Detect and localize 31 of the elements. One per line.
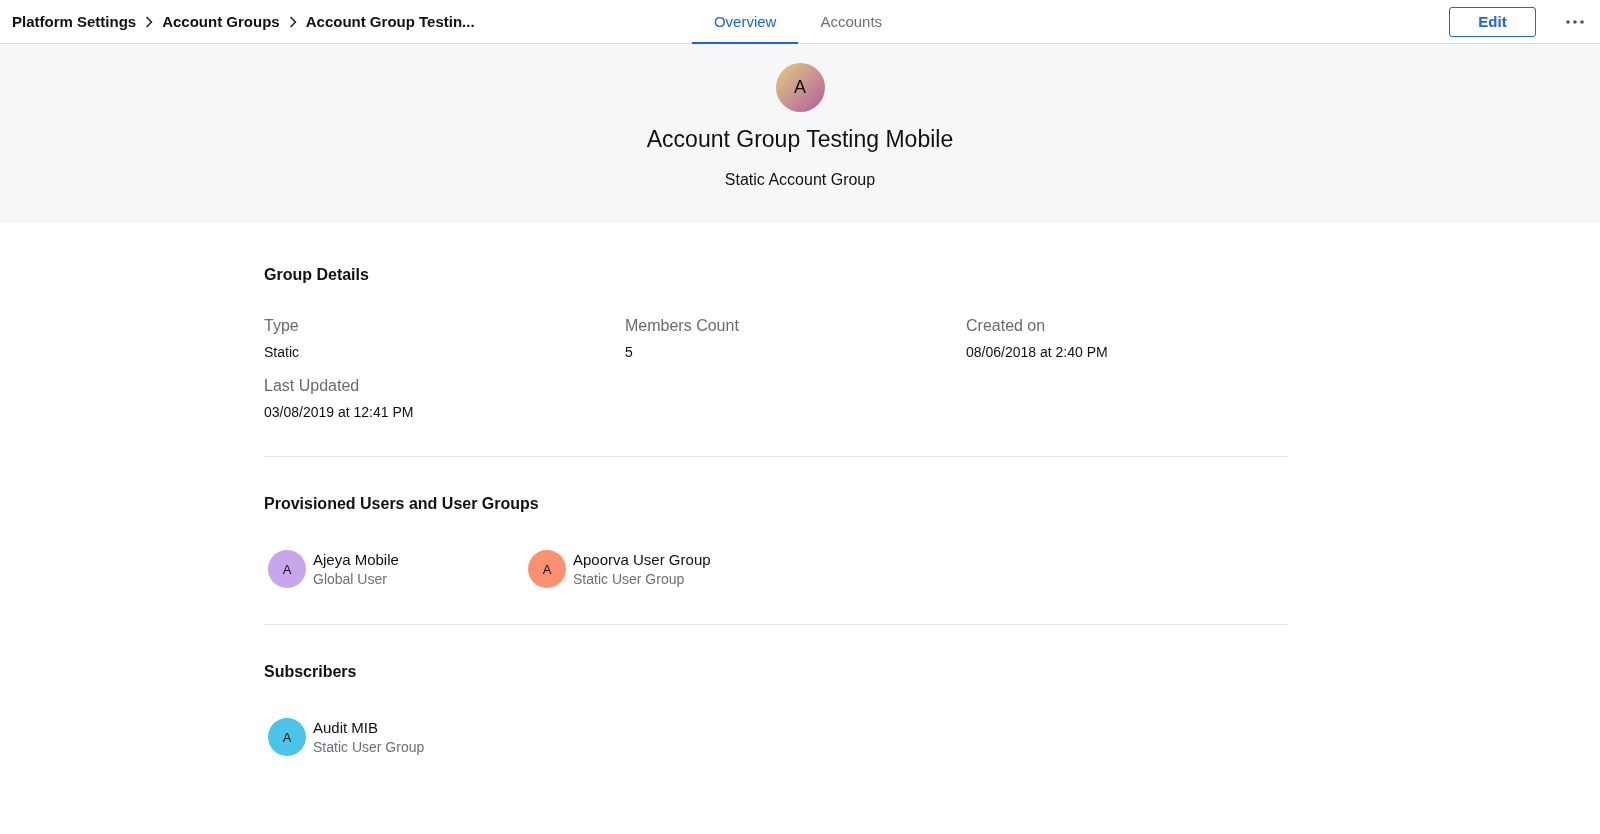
breadcrumb-current: Account Group Testin... (305, 13, 475, 30)
user-avatar: A (268, 718, 306, 756)
field-label: Created on (966, 317, 1047, 335)
field-value: 5 (625, 344, 634, 360)
group-title: Account Group Testing Mobile (646, 126, 954, 153)
field-label: Members Count (625, 317, 740, 335)
field-label: Type (264, 317, 300, 335)
section-heading: Provisioned Users and User Groups (264, 495, 540, 513)
user-avatar: A (268, 550, 306, 588)
user-avatar: A (528, 550, 566, 588)
group-subtitle: Static Account Group (724, 171, 876, 189)
tab[interactable]: Accounts (798, 0, 905, 44)
field-value: 03/08/2019 at 12:41 PM (264, 404, 415, 420)
user-name: Apoorva User Group (573, 551, 711, 568)
more-options-icon[interactable] (1566, 19, 1584, 24)
chevron-right-icon (288, 15, 297, 28)
section-heading: Group Details (264, 266, 370, 284)
edit-button[interactable]: Edit (1449, 6, 1536, 37)
user-role: Global User (313, 571, 388, 587)
section-heading: Subscribers (264, 663, 358, 681)
field-value: Static (264, 344, 300, 360)
field-value: 08/06/2018 at 2:40 PM (966, 344, 1109, 360)
user-role: Static User Group (313, 739, 425, 755)
user-role: Static User Group (573, 571, 686, 587)
field-label: Last Updated (264, 377, 361, 395)
user-name: Ajeya Mobile (313, 551, 399, 568)
breadcrumb-link[interactable]: Platform Settings (12, 13, 137, 30)
group-avatar: A (775, 63, 825, 112)
chevron-right-icon (145, 15, 154, 28)
breadcrumb-link[interactable]: Account Groups (162, 13, 280, 30)
user-name: Audit MIB (313, 719, 380, 736)
